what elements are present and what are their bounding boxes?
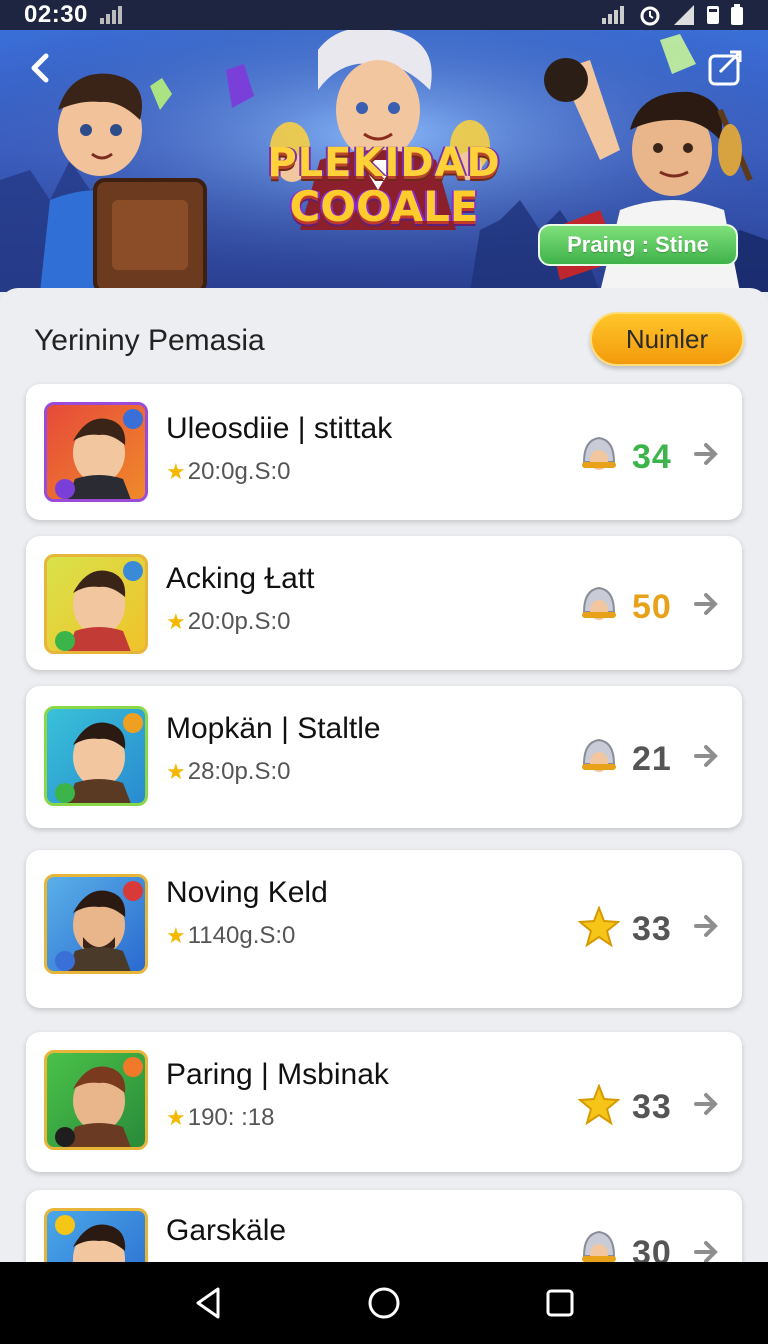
logo-line2: COOALE [289,182,479,231]
logo-line1: PLEKIDAD [267,140,501,186]
primary-action-button[interactable]: Nuinler [590,312,744,366]
item-subtitle-text: 190: :18 [187,1104,275,1131]
signal-icon [98,6,124,24]
share-button[interactable] [706,48,746,88]
helmet-icon [578,1226,620,1262]
item-score: 21 [632,740,672,778]
list-item[interactable]: Acking Ɫatt ★ 20:0p.S:0 50 [26,536,742,670]
helmet-icon [578,582,620,624]
item-title: Mopkän | Staltle [166,712,381,745]
star-icon: ★ [166,459,186,484]
alarm-icon [638,4,662,26]
arrow-right-icon [692,590,720,618]
item-title: Garskäle [166,1214,287,1247]
item-subtitle-text: 1140g.S:0 [187,922,296,949]
arrow-right-icon [692,1238,720,1262]
item-score: 33 [632,910,672,948]
status-bar: 02:30 [0,0,768,30]
status-right [600,4,744,26]
wifi-signal-icon [600,6,628,24]
home-circle-icon [368,1287,400,1319]
item-title: Paring | Msbinak [166,1058,389,1091]
avatar [44,1050,148,1150]
avatar [44,706,148,806]
nav-home-button[interactable] [362,1281,406,1325]
nav-back-button[interactable] [186,1281,230,1325]
item-subtitle: ★ 1140g.S:0 [166,922,295,950]
star-icon: ★ [166,759,186,784]
panel-header: Yerininy Pemasia Nuinler [0,288,768,384]
back-triangle-icon [196,1287,220,1319]
item-title: Acking Ɫatt [166,562,315,595]
star-icon: ★ [166,609,186,634]
star-icon: ★ [166,923,186,948]
avatar [44,402,148,502]
back-button[interactable] [22,48,62,88]
list-item[interactable]: Paring | Msbinak ★ 190: :18 33 [26,1032,742,1172]
arrow-right-icon [692,1090,720,1118]
arrow-right-icon [692,912,720,940]
hero-banner: PLEKIDAD COOALE Praing : Stine [0,30,768,292]
system-nav-bar [0,1262,768,1344]
star-icon: ★ [166,1105,186,1130]
star-icon [577,905,621,948]
item-subtitle: ★ 20:0g.S:0 [166,458,290,486]
list-item[interactable]: Noving Keld ★ 1140g.S:0 33 [26,850,742,1008]
helmet-icon [578,734,620,776]
cell-signal-icon [672,5,696,25]
helmet-icon [578,432,620,474]
list-item[interactable]: Mopkän | Staltle ★ 28:0p.S:0 21 [26,686,742,828]
item-subtitle-text: 20:0g.S:0 [187,458,291,485]
chevron-left-icon [31,53,49,83]
list-item[interactable]: Garskäle 30 [26,1190,742,1262]
arrow-right-icon [692,742,720,770]
item-subtitle: ★ 28:0p.S:0 [166,758,290,786]
arrow-right-icon [692,440,720,468]
item-subtitle: ★ 20:0p.S:0 [166,608,290,636]
item-title: Uleosdiie | stittak [166,412,393,445]
status-chip[interactable]: Praing : Stine [538,224,738,266]
item-subtitle: ★ 190: :18 [166,1104,274,1132]
item-subtitle-text: 20:0p.S:0 [187,608,291,635]
nav-recents-button[interactable] [538,1281,582,1325]
star-icon [577,1083,621,1126]
item-score: 34 [632,438,672,476]
item-subtitle-text: 28:0p.S:0 [187,758,291,785]
status-time: 02:30 [24,1,88,28]
list-item[interactable]: Uleosdiie | stittak ★ 20:0g.S:0 34 [26,384,742,520]
avatar [44,874,148,974]
section-title: Yerininy Pemasia [34,324,265,357]
item-score: 33 [632,1088,672,1126]
item-score: 50 [632,588,672,626]
recents-square-icon [546,1289,574,1317]
status-left: 02:30 [24,1,124,29]
battery-icon [730,4,744,26]
game-logo: PLEKIDAD COOALE [254,140,514,270]
item-score: 30 [632,1234,672,1262]
avatar [44,554,148,654]
share-icon [708,50,742,86]
item-title: Noving Keld [166,876,328,909]
avatar [44,1208,148,1262]
list-panel: Yerininy Pemasia Nuinler Uleosdiie | sti… [0,288,768,1262]
sim-icon [706,5,720,25]
